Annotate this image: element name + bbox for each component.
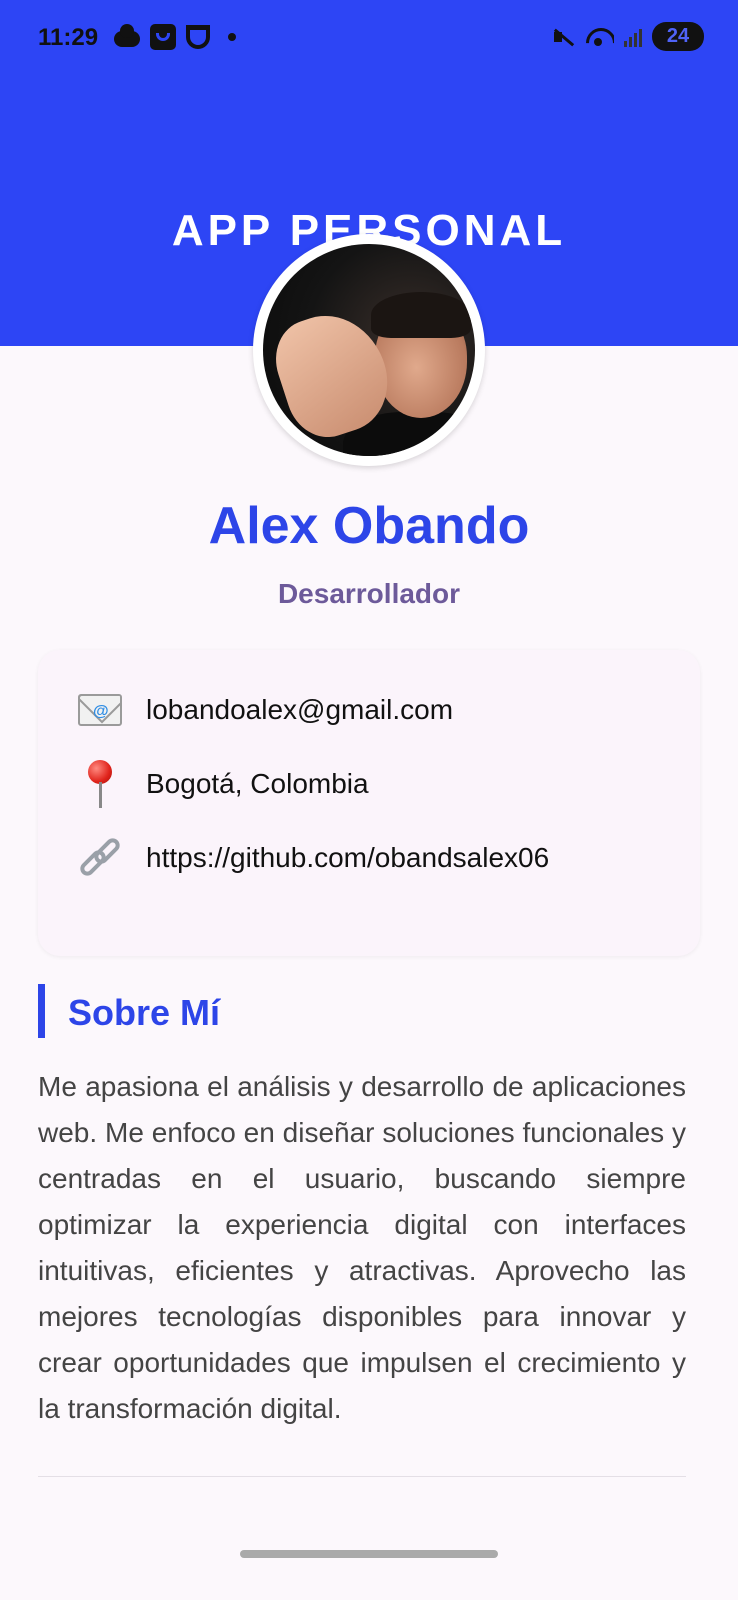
shield-icon [186, 25, 210, 49]
pin-icon [76, 760, 124, 808]
profile-role: Desarrollador [277, 578, 461, 609]
contact-email: lobandoalex@gmail.com [146, 694, 454, 725]
avatar-ring [253, 234, 485, 466]
mute-icon [552, 28, 574, 46]
about-text: Me apasiona el análisis y desarrollo de … [38, 1071, 686, 1424]
profile-name: Alex Obando [208, 497, 530, 555]
status-left-icons [114, 24, 236, 50]
contact-card: lobandoalex@gmail.com Bogotá, Colombia h… [38, 650, 700, 956]
battery-indicator: 24 [652, 22, 704, 51]
notification-app-icon [150, 24, 176, 50]
section-accent-bar [38, 984, 45, 1038]
link-icon [76, 834, 124, 882]
signal-icon [624, 27, 642, 47]
contact-location: Bogotá, Colombia [146, 768, 369, 799]
status-bar: 11:29 24 [0, 0, 738, 76]
envelope-icon [76, 686, 124, 734]
status-right-icons: 24 [552, 22, 704, 51]
contact-link-row[interactable]: https://github.com/obandsalex06 [76, 834, 549, 882]
about-section-title: Sobre Mí [68, 992, 221, 1033]
home-indicator[interactable] [240, 1550, 498, 1558]
divider [38, 1476, 686, 1477]
status-time: 11:29 [38, 24, 99, 51]
contact-location-row: Bogotá, Colombia [76, 760, 369, 808]
contact-email-row[interactable]: lobandoalex@gmail.com [76, 686, 453, 734]
avatar [263, 244, 475, 456]
cloud-icon [114, 24, 140, 47]
wifi-icon [584, 26, 614, 48]
contact-link[interactable]: https://github.com/obandsalex06 [146, 842, 549, 874]
more-notifications-dot-icon [228, 33, 236, 41]
